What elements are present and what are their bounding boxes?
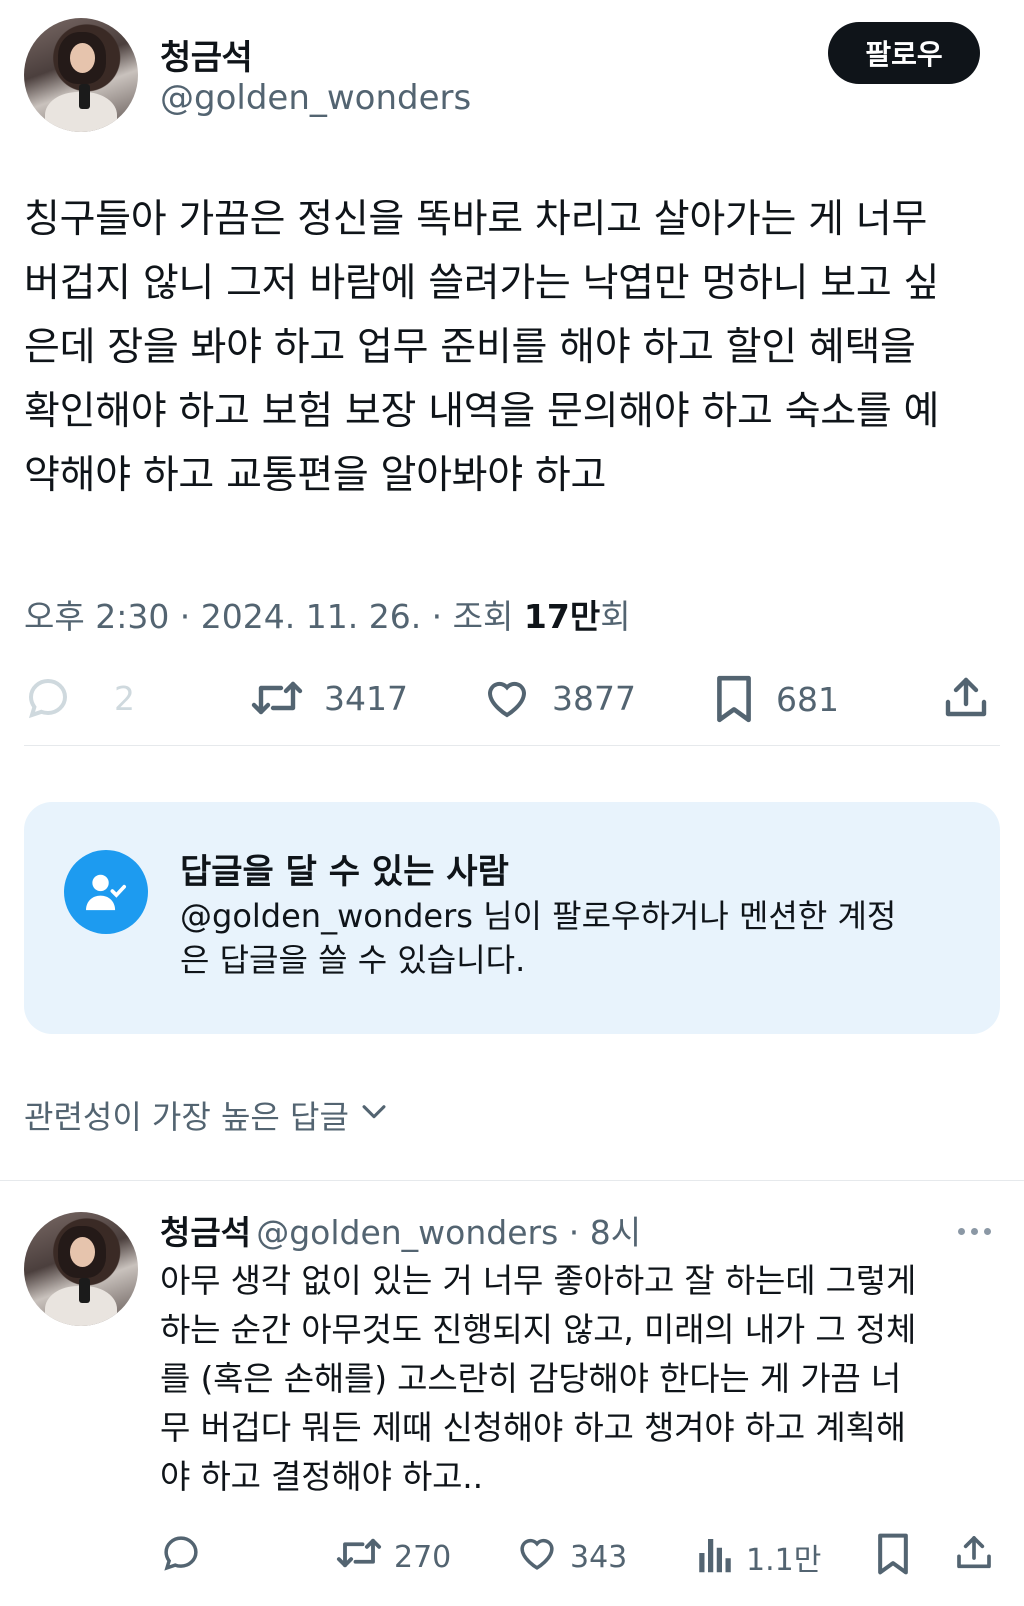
reply-share-action[interactable] <box>954 1532 994 1582</box>
reply-permission-line: 은 답글을 쓸 수 있습니다. <box>180 941 526 979</box>
section-divider <box>0 1180 1024 1181</box>
reply-views-action[interactable]: 1.1만 <box>696 1532 821 1582</box>
reply-reply-action[interactable] <box>160 1532 202 1582</box>
reply-like-count: 343 <box>570 1539 628 1575</box>
reply-sort-label: 관련성이 가장 높은 답글 <box>24 1098 349 1136</box>
reply-text-line: 아무 생각 없이 있는 거 너무 좋아하고 잘 하는데 그렇게 <box>160 1261 917 1300</box>
retweet-action[interactable]: 3417 <box>250 674 408 722</box>
bookmark-action[interactable]: 681 <box>712 674 839 724</box>
like-count: 3877 <box>552 678 636 718</box>
reply-view-count: 1.1만 <box>746 1543 822 1578</box>
tweet-text: 칭구들아 가끔은 정신을 똑바로 차리고 살아가는 게 너무 버겁지 않니 그저… <box>24 188 1004 508</box>
view-count-suffix: 회 <box>600 597 631 636</box>
tweet-meta: 오후 2:30 · 2024. 11. 26. · 조회 17만회 <box>24 590 631 638</box>
like-action[interactable]: 3877 <box>482 674 636 722</box>
retweet-count: 3417 <box>324 678 408 718</box>
analytics-icon <box>696 1532 734 1582</box>
reply-sort-dropdown[interactable]: 관련성이 가장 높은 답글 <box>24 1092 391 1138</box>
share-icon <box>942 674 990 722</box>
tweet-timestamp[interactable]: 오후 2:30 · 2024. 11. 26. · 조회 <box>24 597 524 636</box>
reply-retweet-action[interactable]: 270 <box>336 1532 451 1582</box>
follow-button[interactable]: 팔로우 <box>828 22 980 84</box>
reply-text-line: 를 (혹은 손해를) 고스란히 감당해야 한다는 게 가끔 너 <box>160 1359 902 1398</box>
reply-retweet-count: 270 <box>394 1539 452 1575</box>
tweet-text-line: 칭구들아 가끔은 정신을 똑바로 차리고 살아가는 게 너무 <box>24 197 928 242</box>
share-icon <box>954 1532 994 1582</box>
heart-icon <box>482 674 532 722</box>
author-avatar[interactable] <box>24 18 138 132</box>
reply-icon <box>160 1532 202 1582</box>
reply-bookmark-action[interactable] <box>874 1532 912 1584</box>
author-handle[interactable]: @golden_wonders <box>160 78 471 118</box>
reply-like-action[interactable]: 343 <box>516 1532 627 1582</box>
bookmark-icon <box>874 1532 912 1584</box>
reply-text-line: 야 하고 결정해야 하고.. <box>160 1457 483 1496</box>
chevron-down-icon <box>357 1094 391 1136</box>
reply-permission-description: @golden_wonders 님이 팔로우하거나 멘션한 계정 은 답글을 쓸… <box>180 894 980 982</box>
tweet-text-line: 은데 장을 봐야 하고 업무 준비를 해야 하고 할인 혜택을 <box>24 325 916 370</box>
retweet-icon <box>250 674 304 722</box>
user-check-icon <box>64 850 148 934</box>
action-divider <box>24 745 1000 746</box>
bookmark-count: 681 <box>776 679 839 719</box>
heart-icon <box>516 1532 558 1582</box>
reply-count: 2 <box>114 678 135 718</box>
bookmark-icon <box>712 674 756 724</box>
reply-text: 아무 생각 없이 있는 거 너무 좋아하고 잘 하는데 그렇게 하는 순간 아무… <box>160 1256 1010 1501</box>
tweet-text-line: 버겁지 않니 그저 바람에 쓸려가는 낙엽만 멍하니 보고 싶 <box>24 261 940 306</box>
reply-author-handle-time[interactable]: @golden_wonders · 8시 <box>256 1213 641 1252</box>
tweet-text-line: 확인해야 하고 보험 보장 내역을 문의해야 하고 숙소를 예 <box>24 389 940 434</box>
reply-text-line: 무 버겁다 뭐든 제때 신청해야 하고 챙겨야 하고 계획해 <box>160 1408 906 1447</box>
reply-permission-box: 답글을 달 수 있는 사람 @golden_wonders 님이 팔로우하거나 … <box>24 802 1000 1034</box>
reply-action[interactable]: 2 <box>24 674 135 722</box>
tweet-text-line: 약해야 하고 교통편을 알아봐야 하고 <box>24 453 607 498</box>
retweet-icon <box>336 1532 382 1582</box>
reply-permission-line: @golden_wonders 님이 팔로우하거나 멘션한 계정 <box>180 897 897 935</box>
view-count: 17만 <box>523 597 601 636</box>
reply-icon <box>24 674 72 722</box>
more-options-icon[interactable] <box>958 1228 991 1235</box>
reply-header: 청금석 @golden_wonders · 8시 <box>160 1206 641 1254</box>
author-display-name[interactable]: 청금석 <box>160 30 253 79</box>
reply-permission-title: 답글을 달 수 있는 사람 <box>180 852 509 892</box>
reply-author-name[interactable]: 청금석 <box>160 1213 251 1252</box>
share-action[interactable] <box>942 674 990 722</box>
reply-author-avatar[interactable] <box>24 1212 138 1326</box>
reply-text-line: 하는 순간 아무것도 진행되지 않고, 미래의 내가 그 정체 <box>160 1310 917 1349</box>
